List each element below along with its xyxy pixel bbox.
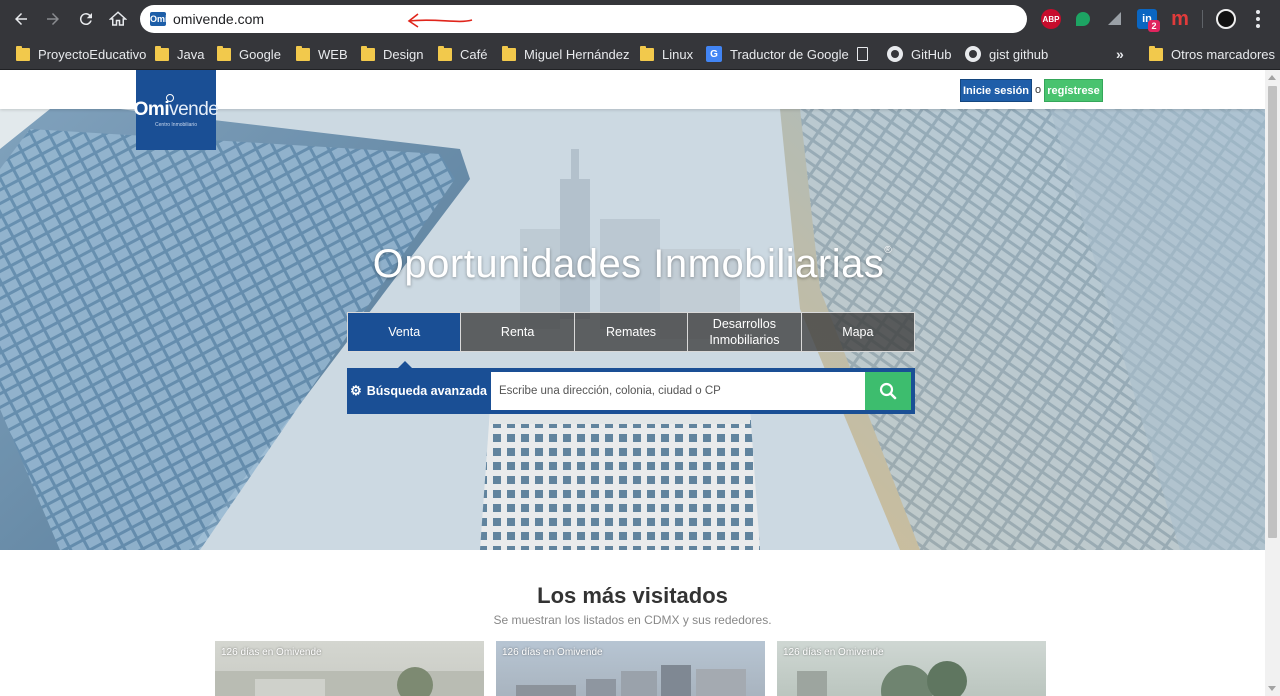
- bookmark-item[interactable]: Café: [438, 38, 487, 70]
- listing-card[interactable]: 126 días en Omivende: [777, 641, 1046, 696]
- section-title: Los más visitados: [537, 583, 728, 608]
- home-icon[interactable]: [107, 8, 129, 30]
- property-type-tabs: Venta Renta Remates Desarrollos Inmobili…: [347, 312, 915, 352]
- grey-extension-icon[interactable]: [1105, 9, 1125, 29]
- tab-renta[interactable]: Renta: [461, 313, 575, 351]
- site-logo[interactable]: Omivende Centro Inmobiliario: [133, 70, 219, 150]
- logo-text: Omivende: [133, 98, 219, 120]
- url-text[interactable]: omivende.com: [173, 11, 264, 27]
- tab-mapa[interactable]: Mapa: [801, 313, 915, 351]
- listing-card[interactable]: 126 días en Omivende: [215, 641, 484, 696]
- advanced-search-button[interactable]: ⚙ Búsqueda avanzada: [347, 368, 490, 414]
- bookmark-item[interactable]: Linux: [640, 38, 693, 70]
- bookmark-item[interactable]: ProyectoEducativo: [16, 38, 146, 70]
- search-button[interactable]: [865, 372, 911, 410]
- address-bar[interactable]: Omi omivende.com: [140, 5, 1027, 33]
- more-bookmarks-icon[interactable]: »: [1116, 46, 1124, 62]
- browser-menu-icon[interactable]: [1250, 10, 1266, 28]
- folder-icon: [1149, 45, 1163, 61]
- web-page: Inicie sesión o regístrese Omivende Cent…: [0, 70, 1265, 696]
- bookmark-item[interactable]: Google: [217, 38, 281, 70]
- reload-icon[interactable]: [75, 8, 97, 30]
- folder-icon: [296, 45, 310, 61]
- folder-icon: [438, 45, 452, 61]
- search-bar: ⚙ Búsqueda avanzada: [347, 368, 915, 414]
- bookmark-item[interactable]: Miguel Hernández: [502, 38, 630, 70]
- tab-desarrollos-inmobiliarios[interactable]: Desarrollos Inmobiliarios: [688, 313, 802, 351]
- forward-icon[interactable]: [42, 8, 64, 30]
- github-icon: [887, 46, 903, 62]
- annotation-arrow-icon: [407, 13, 473, 28]
- hero-title: Oportunidades Inmobiliarias®: [372, 242, 893, 286]
- tab-venta[interactable]: Venta: [348, 313, 462, 351]
- registered-mark: ®: [884, 245, 893, 256]
- site-favicon-icon: Omi: [150, 12, 168, 26]
- or-separator: o: [1035, 84, 1042, 96]
- bookmark-item[interactable]: WEB: [296, 38, 348, 70]
- green-extension-icon[interactable]: [1073, 9, 1093, 29]
- bookmark-item[interactable]: GitHub: [887, 38, 951, 70]
- github-icon: [965, 46, 981, 62]
- scroll-up-icon[interactable]: [1268, 75, 1276, 80]
- location-pin-icon: [166, 94, 174, 102]
- scrollbar-thumb[interactable]: [1268, 86, 1277, 538]
- notification-badge: 2: [1148, 20, 1160, 32]
- folder-icon: [640, 45, 654, 61]
- search-input[interactable]: [491, 372, 865, 410]
- bookmark-item[interactable]: G Traductor de Google: [706, 38, 849, 70]
- folder-icon: [16, 45, 30, 61]
- page-icon: [857, 47, 868, 61]
- advanced-search-label: Búsqueda avanzada: [366, 384, 487, 398]
- listing-card[interactable]: 126 días en Omivende: [496, 641, 765, 696]
- other-bookmarks[interactable]: Otros marcadores: [1149, 38, 1275, 70]
- google-translate-icon: G: [706, 46, 722, 62]
- adblock-plus-icon[interactable]: ABP: [1041, 9, 1061, 29]
- login-button[interactable]: Inicie sesión: [960, 79, 1032, 102]
- profile-avatar-icon[interactable]: [1216, 9, 1236, 29]
- listing-days-label: 126 días en Omivende: [783, 647, 884, 658]
- tab-remates[interactable]: Remates: [574, 313, 689, 351]
- bookmark-item[interactable]: gist github: [965, 38, 1048, 70]
- folder-icon: [155, 45, 169, 61]
- toolbar-divider: [1202, 10, 1203, 28]
- register-button[interactable]: regístrese: [1044, 79, 1103, 102]
- scroll-down-icon[interactable]: [1268, 686, 1276, 691]
- browser-toolbar: Omi omivende.com ABP in 2 m: [0, 0, 1280, 38]
- gear-icon: ⚙: [350, 383, 362, 398]
- listing-days-label: 126 días en Omivende: [221, 647, 322, 658]
- folder-icon: [217, 45, 231, 61]
- bookmark-item[interactable]: Design: [361, 38, 423, 70]
- m-extension-icon[interactable]: m: [1170, 8, 1190, 30]
- folder-icon: [361, 45, 375, 61]
- hero-banner: Oportunidades Inmobiliarias® Venta Renta…: [0, 109, 1265, 550]
- search-icon: [879, 382, 897, 400]
- section-subtitle: Se muestran los listados en CDMX y sus r…: [493, 613, 772, 627]
- back-icon[interactable]: [10, 8, 32, 30]
- bookmarks-bar: ProyectoEducativo Java Google WEB Design…: [0, 38, 1280, 70]
- bookmark-item[interactable]: Java: [155, 38, 204, 70]
- bookmark-item[interactable]: [857, 38, 868, 70]
- folder-icon: [502, 45, 516, 61]
- page-scrollbar[interactable]: [1265, 70, 1280, 696]
- listing-days-label: 126 días en Omivende: [502, 647, 603, 658]
- logo-tagline: Centro Inmobiliario: [155, 121, 197, 128]
- active-tab-pointer: [398, 361, 412, 368]
